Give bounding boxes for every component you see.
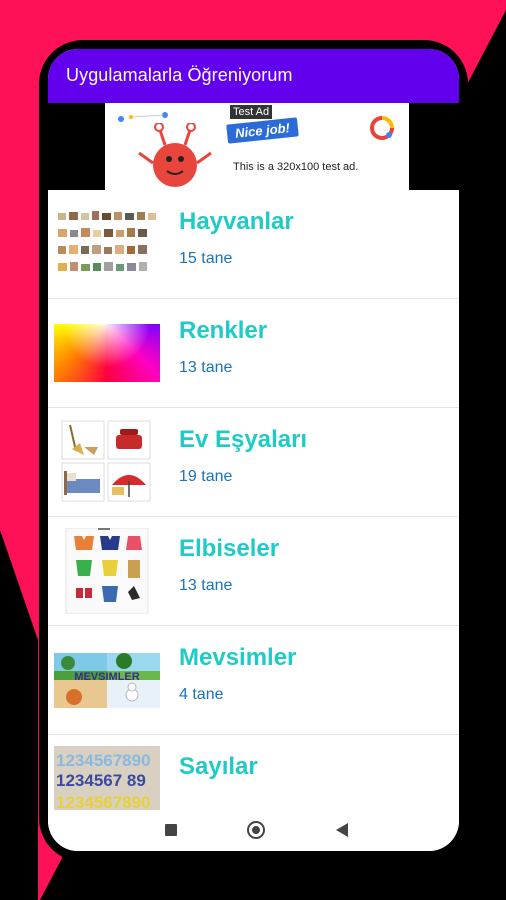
category-item-mevsimler[interactable]: MEVSIMLER Mevsimler 4 tane [48, 626, 459, 735]
recents-square-icon[interactable] [165, 824, 177, 836]
category-count: 19 tane [179, 468, 233, 485]
category-item-ev-esyalari[interactable]: Ev Eşyaları 19 tane [48, 408, 459, 517]
category-count: 13 tane [179, 359, 233, 376]
category-count: 15 tane [179, 250, 233, 267]
system-navigation-bar [48, 811, 459, 851]
household-items-thumbnail [54, 419, 160, 505]
animals-thumbnail [54, 201, 160, 287]
app-title: Uygulamalarla Öğreniyorum [66, 65, 293, 85]
category-list[interactable]: Hayvanlar 15 tane Renkler 13 tane Ev Eşy… [48, 190, 459, 810]
ad-logo-icon [370, 116, 394, 140]
category-title: Sayılar [179, 753, 258, 780]
ad-headline: Nice job! [226, 117, 299, 144]
category-title: Hayvanlar [179, 208, 294, 235]
seasons-thumbnail: MEVSIMLER [54, 637, 160, 723]
banner-ad[interactable]: Test Ad Nice job! This is a 320x100 test… [105, 103, 409, 190]
color-gradient-thumbnail [54, 324, 160, 382]
category-item-sayilar[interactable]: 1234567890 1234567 89 1234567890 Sayılar [48, 735, 459, 810]
category-item-elbiseler[interactable]: Elbiseler 13 tane [48, 517, 459, 626]
category-title: Mevsimler [179, 644, 297, 671]
phone-screen: Uygulamalarla Öğreniyorum Test Ad Nice j… [48, 49, 459, 851]
numbers-row-top: 1234567890 [56, 751, 151, 770]
category-count: 13 tane [179, 577, 233, 594]
category-title: Elbiseler [179, 535, 280, 562]
ad-container: Test Ad Nice job! This is a 320x100 test… [48, 103, 459, 190]
category-item-renkler[interactable]: Renkler 13 tane [48, 299, 459, 408]
seasons-banner-text: MEVSIMLER [74, 671, 139, 683]
category-title: Renkler [179, 317, 268, 344]
back-triangle-icon[interactable] [336, 823, 348, 837]
numbers-thumbnail: 1234567890 1234567 89 1234567890 [54, 746, 160, 810]
category-count: 4 tane [179, 686, 224, 703]
category-title: Ev Eşyaları [179, 426, 308, 453]
ad-description: This is a 320x100 test ad. [233, 161, 359, 173]
clothes-thumbnail [54, 528, 160, 614]
monster-mascot-icon [138, 123, 212, 187]
home-circle-icon[interactable] [247, 821, 265, 839]
numbers-row-middle: 1234567 89 [56, 771, 146, 790]
app-bar: Uygulamalarla Öğreniyorum [48, 49, 459, 103]
category-item-hayvanlar[interactable]: Hayvanlar 15 tane [48, 190, 459, 299]
test-ad-badge: Test Ad [230, 105, 273, 119]
numbers-row-bottom: 1234567890 [56, 793, 151, 810]
